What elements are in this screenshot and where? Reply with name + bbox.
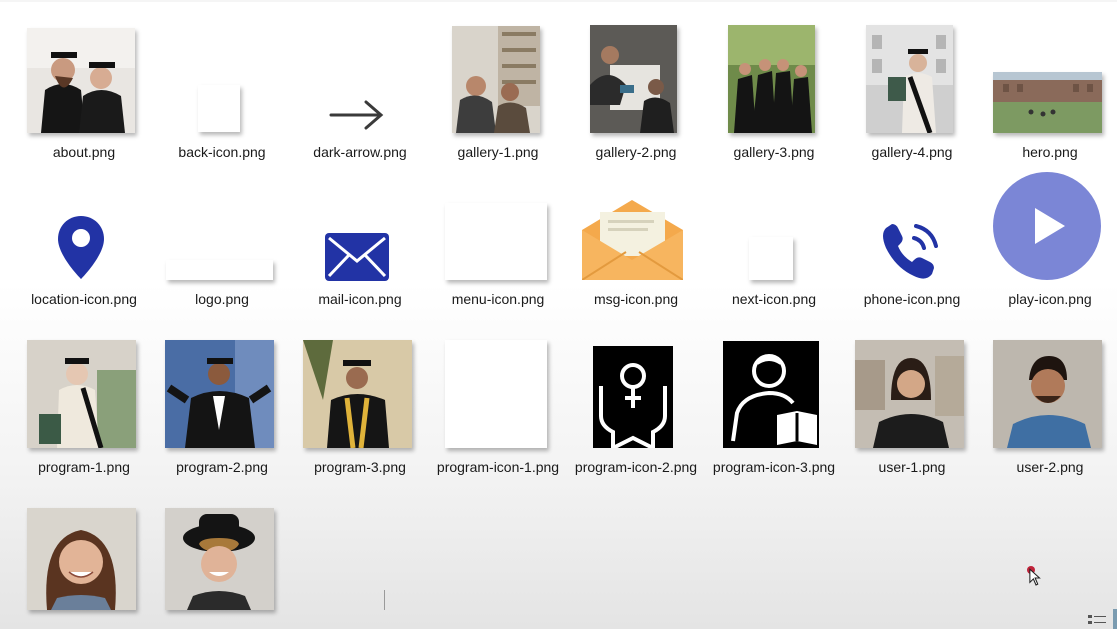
graduates-group-photo [728,25,815,133]
students-library-photo [452,26,540,133]
file-name-label: menu-icon.png [451,291,545,307]
window-edge [1113,609,1117,629]
file-name-label: phone-icon.png [863,291,961,307]
file-grid: about.png back-icon.png dark-arrow.png g… [0,0,1117,629]
file-item-program-3[interactable]: program-3.png [295,340,425,480]
file-name-label: gallery-4.png [871,144,953,160]
female-badge-icon [593,346,673,448]
blank-image-thumbnail [166,260,273,280]
graduates-photo [27,28,135,133]
file-name-label: mail-icon.png [318,291,402,307]
file-item-hero[interactable]: hero.png [985,28,1115,168]
play-button-icon [993,172,1101,280]
file-item-location-icon[interactable]: location-icon.png [19,200,149,330]
file-name-label: dark-arrow.png [313,144,407,160]
file-name-label: gallery-3.png [733,144,815,160]
file-item-program-icon-1[interactable]: program-icon-1.png [433,340,563,500]
arrow-right-icon [328,98,386,132]
file-name-label: msg-icon.png [593,291,679,307]
partial-thumbnail-edge [384,590,385,610]
file-item-msg-icon[interactable]: msg-icon.png [571,200,701,330]
file-item-program-icon-3[interactable]: program-icon-3.png [709,340,839,500]
location-pin-icon [56,214,106,281]
file-name-label: user-1.png [878,459,946,475]
graduate-diploma-photo [866,25,953,133]
mouse-cursor-icon [1027,566,1043,588]
blank-image-thumbnail [198,85,240,132]
file-item-gallery-3[interactable]: gallery-3.png [709,25,839,168]
students-desk-photo [590,25,677,133]
graduate-cap-photo [303,340,412,448]
file-name-label: gallery-2.png [595,144,677,160]
file-name-label: logo.png [195,291,249,307]
file-item-about[interactable]: about.png [19,28,149,168]
file-name-label: program-icon-1.png [436,459,560,475]
file-name-label: hero.png [1022,144,1078,160]
mail-icon [325,233,389,281]
man-portrait-photo [993,340,1102,448]
file-item-play-icon[interactable]: play-icon.png [985,172,1115,330]
file-item-gallery-2[interactable]: gallery-2.png [571,25,701,168]
file-item-user-1[interactable]: user-1.png [847,340,977,480]
file-name-label: program-2.png [176,459,268,475]
campus-lawn-photo [993,72,1102,133]
file-item-gallery-4[interactable]: gallery-4.png [847,25,977,168]
file-name-label: back-icon.png [178,144,266,160]
file-name-label: program-icon-2.png [574,459,698,475]
file-item-phone-icon[interactable]: phone-icon.png [847,200,977,330]
blank-image-thumbnail [445,203,547,280]
file-item-program-icon-2[interactable]: program-icon-2.png [571,340,701,500]
file-name-label: program-icon-3.png [712,459,836,475]
man-hat-photo [165,508,274,610]
file-item-smiling-woman[interactable] [19,508,149,629]
file-item-back-icon[interactable]: back-icon.png [157,28,287,168]
woman-portrait-photo [855,340,964,448]
envelope-letter-icon [582,200,683,280]
smiling-woman-photo [27,508,136,610]
file-name-label: location-icon.png [31,291,137,307]
file-item-logo[interactable]: logo.png [157,200,287,330]
file-name-label: next-icon.png [731,291,817,307]
blank-image-thumbnail [445,340,547,448]
blank-image-thumbnail [749,237,793,280]
reader-icon [723,341,819,448]
file-item-program-2[interactable]: program-2.png [157,340,287,480]
file-name-label: program-3.png [314,459,406,475]
file-name-label: user-2.png [1016,459,1084,475]
file-item-dark-arrow[interactable]: dark-arrow.png [295,28,425,168]
file-item-next-icon[interactable]: next-icon.png [709,200,839,330]
details-view-icon[interactable] [1087,613,1107,627]
file-item-program-1[interactable]: program-1.png [19,340,149,480]
file-name-label: about.png [52,144,116,160]
file-item-menu-icon[interactable]: menu-icon.png [433,200,563,330]
file-item-user-2[interactable]: user-2.png [985,340,1115,480]
file-item-man-hat[interactable] [157,508,287,629]
file-name-label: program-1.png [38,459,130,475]
graduate-man-photo [165,340,274,448]
file-name-label: gallery-1.png [457,144,539,160]
phone-call-icon [878,220,940,282]
graduate-woman-photo [27,340,136,448]
file-item-gallery-1[interactable]: gallery-1.png [433,26,563,168]
file-item-mail-icon[interactable]: mail-icon.png [295,200,425,330]
file-name-label: play-icon.png [1008,291,1092,307]
